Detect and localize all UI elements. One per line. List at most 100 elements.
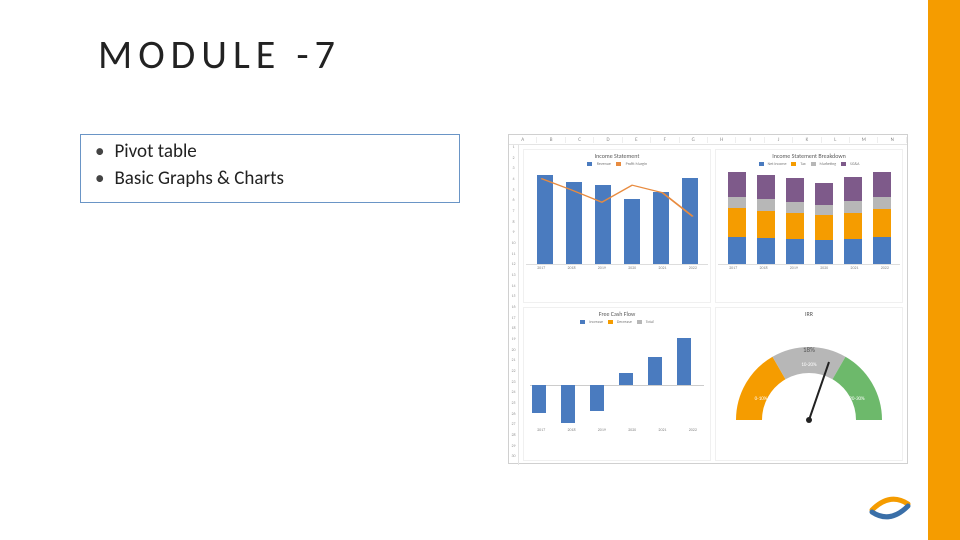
chart-plot-area [718, 169, 900, 265]
spreadsheet-column-headers: A B C D E F G H I J K L M N [509, 135, 907, 145]
bar-segment [815, 205, 833, 215]
bar-segment [844, 201, 862, 213]
legend-swatch-icon [616, 162, 621, 166]
bullet-box: Pivot table Basic Graphs & Charts [80, 134, 460, 203]
chart-x-labels: 201720182019202020212022 [526, 428, 708, 433]
gauge-band-label: 10-20% [801, 362, 817, 368]
bar-stack [815, 183, 833, 264]
legend-label: Tax [800, 162, 805, 167]
bar-stack [844, 177, 862, 264]
bar [590, 385, 604, 411]
bar-segment [815, 240, 833, 264]
chart-legend: Revenue Profit Margin [526, 162, 708, 167]
gauge-svg: 18% 0-10% 10-20% 20-30% [729, 330, 889, 430]
col-header: A [509, 137, 537, 143]
bar-segment [728, 208, 746, 236]
bar [677, 338, 691, 385]
bar-segment [844, 239, 862, 264]
bar [537, 175, 553, 264]
col-header: G [680, 137, 708, 143]
chart-plot-area [526, 327, 708, 427]
chart-title: Income Statement Breakdown [718, 152, 900, 160]
chart-plot-area [526, 169, 708, 265]
col-header: E [623, 137, 651, 143]
bullet-item: Basic Graphs & Charts [95, 166, 445, 193]
bar-segment [786, 239, 804, 264]
bar-segment [844, 213, 862, 239]
legend-swatch-icon [841, 162, 846, 166]
bullet-item: Pivot table [95, 139, 445, 166]
legend-label: Revenue [597, 162, 611, 167]
legend-swatch-icon [791, 162, 796, 166]
bar-segment [728, 237, 746, 264]
col-header: C [566, 137, 594, 143]
legend-swatch-icon [608, 320, 613, 324]
bar-segment [873, 197, 891, 209]
bar-segment [873, 237, 891, 264]
bar-stack [873, 172, 891, 264]
bar-segment [786, 202, 804, 213]
bar-segment [728, 197, 746, 209]
gauge-band [839, 368, 869, 420]
legend-swatch-icon [587, 162, 592, 166]
spreadsheet-row-numbers: 1234567891011121314151617181920212223242… [509, 145, 519, 465]
legend-swatch-icon [637, 320, 642, 324]
bar [532, 385, 546, 413]
bar-segment [815, 215, 833, 240]
brand-logo-icon [868, 488, 912, 526]
col-header: L [822, 137, 850, 143]
bar [682, 178, 698, 264]
gauge-value-label: 18% [803, 345, 815, 354]
chart-legend: Net Income Tax Marketing SG&A [718, 162, 900, 167]
col-header: J [765, 137, 793, 143]
chart-x-labels: 201720182019202020212022 [718, 266, 900, 271]
gauge-hub [806, 417, 812, 423]
chart-income-breakdown: Income Statement Breakdown Net Income Ta… [715, 149, 903, 303]
col-header: F [651, 137, 679, 143]
bar [624, 199, 640, 264]
bar-segment [757, 211, 775, 238]
chart-grid: Income Statement Revenue Profit Margin 2… [519, 145, 907, 465]
gauge-band-label: 0-10% [755, 396, 768, 402]
excel-screenshot: A B C D E F G H I J K L M N 123456789101… [508, 134, 908, 464]
chart-legend: Increase Decrease Total [526, 320, 708, 325]
bar [653, 192, 669, 264]
bar-segment [728, 172, 746, 197]
bar-segment [873, 209, 891, 237]
bar-stack [757, 175, 775, 264]
legend-swatch-icon [759, 162, 764, 166]
gauge-band [749, 368, 779, 420]
col-header: N [878, 137, 906, 143]
bar-segment [844, 177, 862, 201]
bar-segment [786, 178, 804, 201]
page-title: MODULE -7 [98, 30, 341, 79]
gauge-band-label: 20-30% [849, 396, 865, 402]
bar [566, 182, 582, 264]
col-header: K [793, 137, 821, 143]
bar [648, 357, 662, 385]
bar [619, 373, 633, 386]
bar-segment [873, 172, 891, 197]
chart-title: Free Cash Flow [526, 310, 708, 318]
chart-irr-gauge: IRR 18% 0-10% 10-20% 20-30% [715, 307, 903, 461]
col-header: H [708, 137, 736, 143]
legend-swatch-icon [811, 162, 816, 166]
legend-label: Net Income [768, 162, 787, 167]
chart-income-statement: Income Statement Revenue Profit Margin 2… [523, 149, 711, 303]
legend-label: Increase [589, 320, 603, 325]
legend-swatch-icon [580, 320, 585, 324]
bar-segment [757, 238, 775, 264]
bar-segment [757, 199, 775, 211]
col-header: I [736, 137, 764, 143]
chart-title: IRR [718, 310, 900, 318]
legend-label: SG&A [850, 162, 859, 167]
bar [561, 385, 575, 423]
chart-plot-area: 18% 0-10% 10-20% 20-30% [718, 320, 900, 430]
col-header: M [850, 137, 878, 143]
bar-stack [728, 172, 746, 264]
legend-label: Profit Margin [626, 162, 647, 167]
bar-stack [786, 178, 804, 264]
legend-label: Total [646, 320, 654, 325]
bar-segment [757, 175, 775, 199]
legend-label: Decrease [617, 320, 632, 325]
